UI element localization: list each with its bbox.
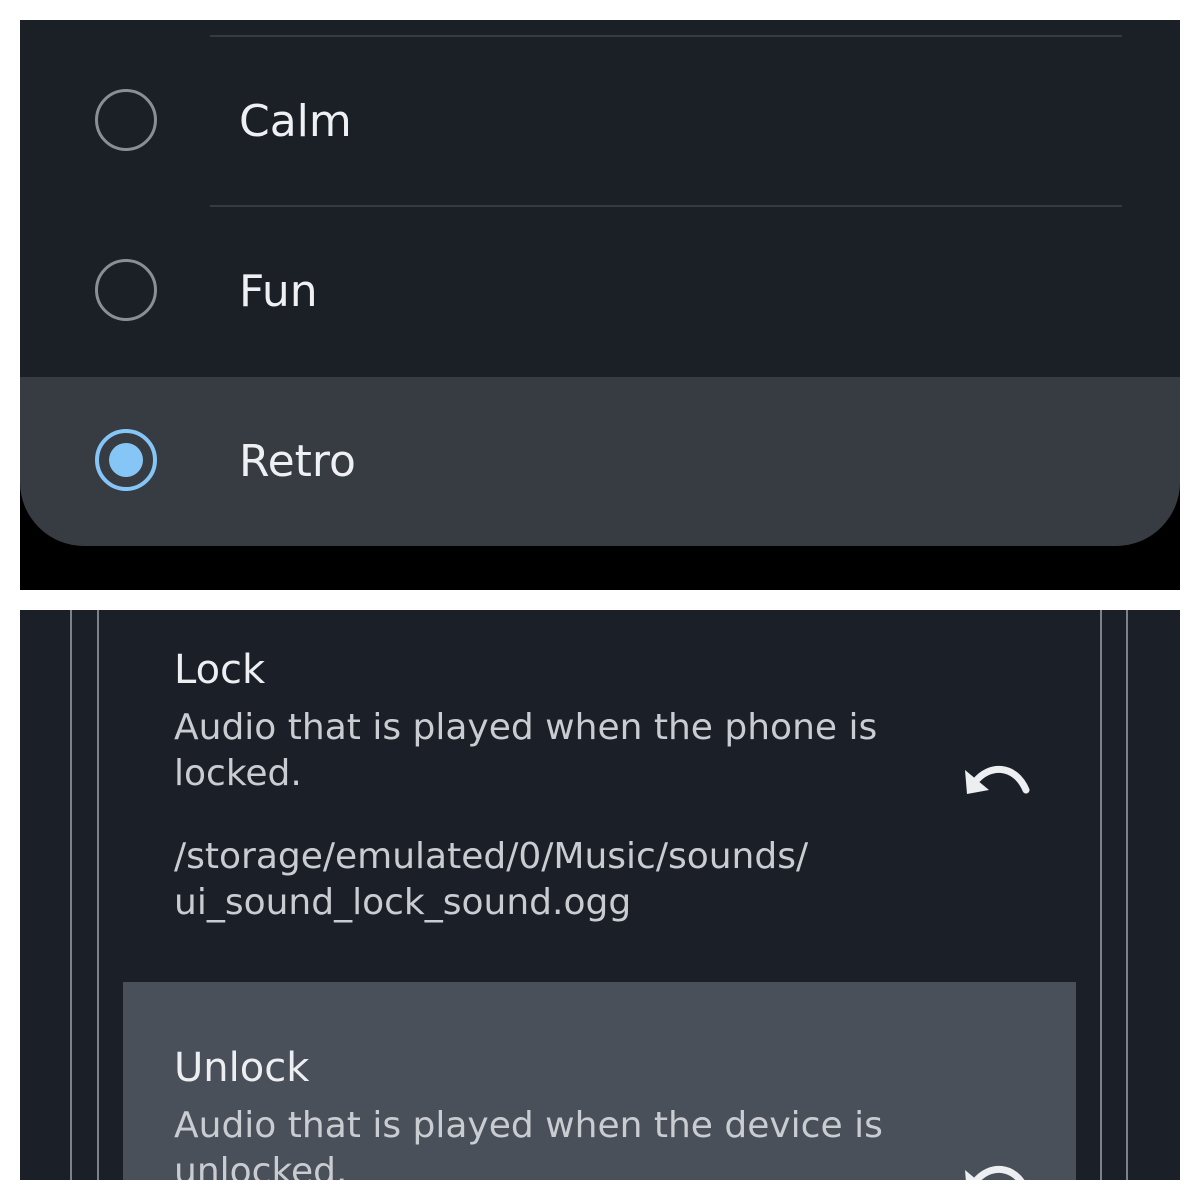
border-line [1126,610,1128,1180]
border-line [1100,610,1102,1180]
unlock-title: Unlock [174,1045,310,1091]
lock-summary: Audio that is played when the phone is l… [174,707,878,794]
option-retro[interactable]: Retro [20,377,1180,546]
border-line [70,610,72,1180]
radio-button-retro[interactable] [95,429,157,491]
undo-icon[interactable] [963,760,1033,810]
unlock-sound-preference[interactable]: Unlock Audio that is played when the dev… [123,982,1076,1180]
unlock-summary: Audio that is played when the device is … [174,1105,883,1180]
option-fun[interactable]: Fun [20,207,1180,377]
option-sheet: Calm Fun Retro [20,20,1180,546]
option-calm[interactable]: Calm [20,37,1180,207]
lock-title: Lock [174,647,266,693]
option-label-calm: Calm [239,96,352,147]
lock-file-path: /storage/emulated/0/Music/sounds/ ui_sou… [174,834,894,926]
lock-sound-preference[interactable]: Lock Audio that is played when the phone… [123,610,1076,982]
undo-icon[interactable] [963,1160,1033,1180]
lock-file-path-line2: ui_sound_lock_sound.ogg [174,882,632,923]
radio-button-calm[interactable] [95,89,157,151]
radio-button-fun[interactable] [95,259,157,321]
option-label-retro: Retro [239,436,356,487]
radio-selected-dot [109,443,143,477]
option-label-fun: Fun [239,266,318,317]
lock-file-path-line1: /storage/emulated/0/Music/sounds/ [174,836,809,877]
border-line [97,610,99,1180]
ringtone-option-panel: Calm Fun Retro [20,20,1180,590]
sound-settings-panel: Lock Audio that is played when the phone… [20,610,1180,1180]
